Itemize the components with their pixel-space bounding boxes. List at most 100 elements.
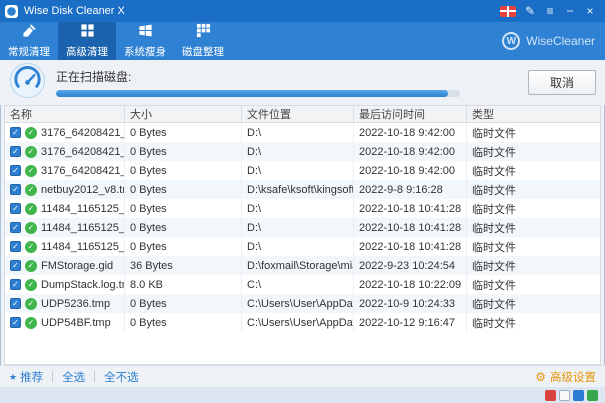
file-type: 临时文件 <box>467 123 600 142</box>
advanced-settings-label: 高级设置 <box>550 369 596 385</box>
file-location: D:\foxmail\Storage\miaomiao@... <box>242 256 354 275</box>
table-row[interactable]: 11484_1165125_MVM_6.t... 0 Bytes D:\ 202… <box>5 237 600 256</box>
row-checkbox[interactable] <box>10 222 21 233</box>
row-checkbox[interactable] <box>10 317 21 328</box>
file-access-time: 2022-9-23 10:24:54 <box>354 256 467 275</box>
row-checkbox[interactable] <box>10 127 21 138</box>
file-size: 0 Bytes <box>125 142 242 161</box>
table-body: 3176_64208421_MVM_3.t... 0 Bytes D:\ 202… <box>5 123 600 364</box>
file-size: 0 Bytes <box>125 123 242 142</box>
row-checkbox[interactable] <box>10 184 21 195</box>
table-row[interactable]: 3176_64208421_MVM_3.t... 0 Bytes D:\ 202… <box>5 123 600 142</box>
file-name: 3176_64208421_MVM_4.t... <box>41 146 124 158</box>
name-cell: 3176_64208421_MVM_3.t... <box>5 123 125 142</box>
status-check-icon <box>25 279 37 291</box>
column-header-name[interactable]: 名称 <box>5 106 125 122</box>
sogou-icon[interactable] <box>545 390 556 401</box>
file-access-time: 2022-10-18 10:41:28 <box>354 199 467 218</box>
scan-progress-bar <box>56 90 460 97</box>
gift-promo-icon[interactable] <box>500 6 516 17</box>
row-checkbox[interactable] <box>10 279 21 290</box>
table-row[interactable]: UDP5236.tmp 0 Bytes C:\Users\User\AppDat… <box>5 294 600 313</box>
file-location: D:\ <box>242 218 354 237</box>
name-cell: 11484_1165125_MVM_6.t... <box>5 237 125 256</box>
footer-bar: 推荐 全选 全不选 高级设置 <box>0 365 605 387</box>
row-checkbox[interactable] <box>10 241 21 252</box>
file-access-time: 2022-10-18 9:42:00 <box>354 161 467 180</box>
file-access-time: 2022-10-18 9:42:00 <box>354 123 467 142</box>
table-row[interactable]: netbuy2012_v8.tmp 0 Bytes D:\ksafe\ksoft… <box>5 180 600 199</box>
file-location: D:\ <box>242 237 354 256</box>
file-location: D:\ <box>242 161 354 180</box>
select-all-link[interactable]: 全选 <box>62 369 85 385</box>
edit-icon[interactable]: ✎ <box>520 0 540 22</box>
name-cell: 3176_64208421_MVM_4.t... <box>5 142 125 161</box>
tab-advanced-cleaner[interactable]: 高级清理 <box>58 22 116 60</box>
app-icon <box>5 5 18 18</box>
file-access-time: 2022-10-18 9:42:00 <box>354 142 467 161</box>
row-checkbox[interactable] <box>10 165 21 176</box>
file-type: 临时文件 <box>467 142 600 161</box>
close-button[interactable]: × <box>580 0 600 22</box>
row-checkbox[interactable] <box>10 203 21 214</box>
tab-label: 高级清理 <box>66 44 108 59</box>
scan-status: 正在扫描磁盘: <box>56 68 518 97</box>
table-row[interactable]: 11484_1165125_MVM_4.t... 0 Bytes D:\ 202… <box>5 218 600 237</box>
grid-icon <box>80 23 95 41</box>
table-row[interactable]: UDP54BF.tmp 0 Bytes C:\Users\User\AppDat… <box>5 313 600 332</box>
column-header-location[interactable]: 文件位置 <box>242 106 354 122</box>
column-header-type[interactable]: 类型 <box>467 106 600 122</box>
advanced-settings-button[interactable]: 高级设置 <box>535 369 596 385</box>
bottom-strip <box>0 387 605 403</box>
table-row[interactable]: 11484_1165125_MVM_3.t... 0 Bytes D:\ 202… <box>5 199 600 218</box>
column-header-time[interactable]: 最后访问时间 <box>354 106 467 122</box>
file-name: UDP54BF.tmp <box>41 317 111 329</box>
divider <box>52 371 53 382</box>
select-none-link[interactable]: 全不选 <box>104 369 139 385</box>
file-size: 0 Bytes <box>125 161 242 180</box>
file-name: 11484_1165125_MVM_4.t... <box>41 222 124 234</box>
status-check-icon <box>25 241 37 253</box>
tab-system-slimming[interactable]: 系统瘦身 <box>116 22 174 60</box>
nav-bar: 常规清理 高级清理 系统瘦身 <box>0 22 605 60</box>
table-row[interactable]: FMStorage.gid 36 Bytes D:\foxmail\Storag… <box>5 256 600 275</box>
file-type: 临时文件 <box>467 180 600 199</box>
row-checkbox[interactable] <box>10 298 21 309</box>
row-checkbox[interactable] <box>10 260 21 271</box>
table-row[interactable]: DumpStack.log.tmp 8.0 KB C:\ 2022-10-18 … <box>5 275 600 294</box>
column-header-size[interactable]: 大小 <box>125 106 242 122</box>
status-check-icon <box>25 298 37 310</box>
tab-common-cleaner[interactable]: 常规清理 <box>0 22 58 60</box>
broom-icon <box>22 23 37 41</box>
tab-label: 常规清理 <box>8 44 50 59</box>
name-cell: DumpStack.log.tmp <box>5 275 125 294</box>
cancel-button[interactable]: 取消 <box>528 70 596 95</box>
file-location: C:\Users\User\AppData\Roamin... <box>242 313 354 332</box>
table-header: 名称 大小 文件位置 最后访问时间 类型 <box>5 106 600 123</box>
minimize-button[interactable]: − <box>560 0 580 22</box>
recommend-link[interactable]: 推荐 <box>9 369 43 385</box>
status-icon[interactable] <box>587 390 598 401</box>
keyboard-icon[interactable] <box>559 390 570 401</box>
table-row[interactable]: 3176_64208421_MVM_4.t... 0 Bytes D:\ 202… <box>5 142 600 161</box>
scan-panel: 正在扫描磁盘: 取消 <box>0 60 605 105</box>
tab-label: 系统瘦身 <box>124 44 166 59</box>
file-type: 临时文件 <box>467 313 600 332</box>
gear-icon <box>535 370 546 384</box>
file-name: netbuy2012_v8.tmp <box>41 184 124 196</box>
menu-icon[interactable]: ≡ <box>540 0 560 22</box>
file-name: UDP5236.tmp <box>41 298 110 310</box>
file-name: 11484_1165125_MVM_6.t... <box>41 241 124 253</box>
tab-disk-defrag[interactable]: 磁盘整理 <box>174 22 232 60</box>
file-location: D:\ksafe\ksoft\kingsoft antivirus... <box>242 180 354 199</box>
table-row[interactable]: 3176_64208421_MVM_6.t... 0 Bytes D:\ 202… <box>5 161 600 180</box>
defrag-icon <box>196 23 211 41</box>
row-checkbox[interactable] <box>10 146 21 157</box>
file-access-time: 2022-10-18 10:41:28 <box>354 218 467 237</box>
file-type: 临时文件 <box>467 256 600 275</box>
file-size: 0 Bytes <box>125 313 242 332</box>
status-check-icon <box>25 146 37 158</box>
file-access-time: 2022-10-12 9:16:47 <box>354 313 467 332</box>
panel-icon[interactable] <box>573 390 584 401</box>
file-size: 36 Bytes <box>125 256 242 275</box>
